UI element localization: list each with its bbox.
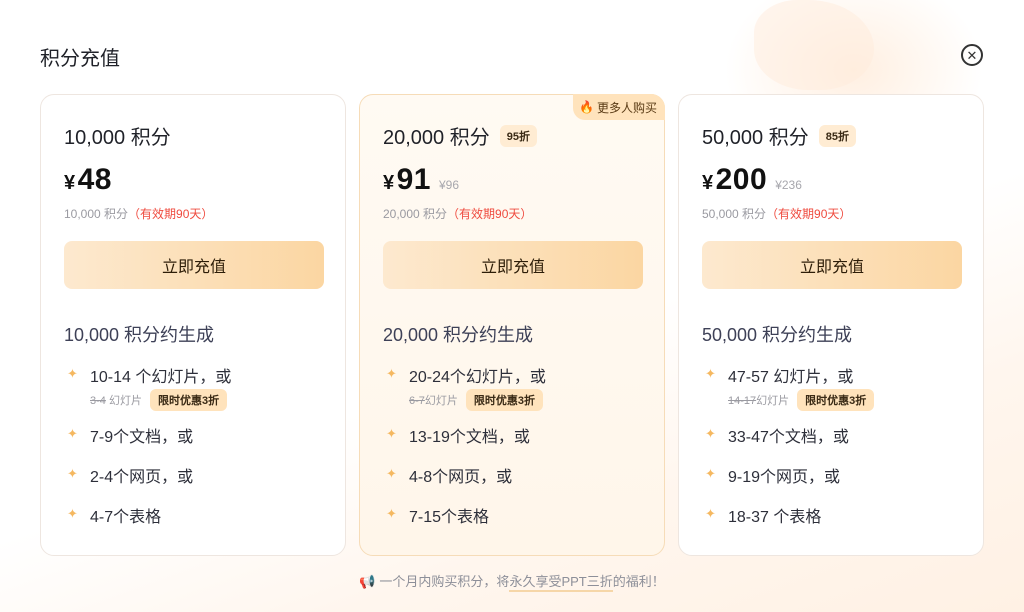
promo-badge: 限时优惠3折 — [797, 389, 875, 411]
benefit-item: ✦ 47-57 幻灯片，或 14-17幻灯片 限时优惠3折 — [705, 363, 875, 411]
plan-card-10000: 10,000 积分 ¥48 10,000 积分（有效期90天） 立即充值 10,… — [40, 94, 346, 556]
sparkle-icon: ✦ — [705, 466, 716, 481]
promo-badge: 限时优惠3折 — [465, 389, 544, 411]
original-price: ¥96 — [439, 178, 460, 192]
discount-badge: 95折 — [499, 124, 537, 147]
plan-name: 20,000 积分 — [383, 127, 490, 149]
sparkle-icon: ✦ — [67, 426, 78, 441]
benefit-item: ✦ 10-14 个幻灯片，或 3-4 幻灯片 限时优惠3折 — [67, 363, 231, 411]
benefit-item: ✦ 4-8个网页，或 — [386, 466, 513, 486]
sparkle-icon: ✦ — [67, 366, 78, 381]
footer-note: 📢 一个月内购买积分，将永久享受PPT三折的福利！ — [0, 571, 1024, 592]
original-price: ¥236 — [775, 178, 802, 192]
generate-title: 20,000 积分约生成 — [383, 325, 534, 345]
plan-validity: 20,000 积分（有效期90天） — [383, 207, 533, 221]
plan-name: 10,000 积分 — [64, 127, 171, 149]
old-quota: 6-7幻灯片 — [409, 395, 458, 407]
sparkle-icon: ✦ — [386, 366, 397, 381]
old-quota: 14-17幻灯片 — [728, 395, 790, 407]
benefit-item: ✦ 2-4个网页，或 — [67, 466, 194, 486]
plan-price: ¥91 — [383, 163, 431, 196]
promo-badge: 限时优惠3折 — [149, 389, 228, 411]
recharge-button[interactable]: 立即充值 — [383, 241, 643, 289]
benefit-item: ✦ 7-9个文档，或 — [67, 426, 194, 446]
benefit-item: ✦ 33-47个文档，或 — [705, 426, 849, 446]
old-quota: 3-4 幻灯片 — [90, 395, 142, 407]
plan-validity: 10,000 积分（有效期90天） — [64, 207, 214, 221]
plan-validity: 50,000 积分（有效期90天） — [702, 207, 852, 221]
sparkle-icon: ✦ — [705, 366, 716, 381]
sparkle-icon: ✦ — [386, 426, 397, 441]
plan-price: ¥200 — [702, 163, 768, 196]
plan-price: ¥48 — [64, 163, 112, 196]
generate-title: 50,000 积分约生成 — [702, 325, 853, 345]
sparkle-icon: ✦ — [386, 506, 397, 521]
benefit-item: ✦ 18-37 个表格 — [705, 506, 822, 526]
dialog-title: 积分充值 — [40, 48, 120, 70]
discount-badge: 85折 — [818, 124, 856, 147]
benefit-item: ✦ 4-7个表格 — [67, 506, 162, 526]
recharge-button[interactable]: 立即充值 — [702, 241, 962, 289]
sparkle-icon: ✦ — [705, 426, 716, 441]
generate-title: 10,000 积分约生成 — [64, 325, 215, 345]
megaphone-icon: 📢 — [359, 574, 376, 589]
close-icon[interactable]: ✕ — [961, 44, 983, 66]
recharge-button[interactable]: 立即充值 — [64, 241, 324, 289]
sparkle-icon: ✦ — [386, 466, 397, 481]
plan-card-20000: 🔥 更多人购买 20,000 积分 95折 ¥91 ¥96 20,000 积分（… — [359, 94, 665, 556]
sparkle-icon: ✦ — [67, 466, 78, 481]
popular-ribbon: 🔥 更多人购买 — [573, 94, 665, 120]
plan-name: 50,000 积分 — [702, 127, 809, 149]
sparkle-icon: ✦ — [67, 506, 78, 521]
benefit-item: ✦ 9-19个网页，或 — [705, 466, 841, 486]
sparkle-icon: ✦ — [705, 506, 716, 521]
benefit-item: ✦ 13-19个文档，或 — [386, 426, 530, 446]
plan-card-50000: 50,000 积分 85折 ¥200 ¥236 50,000 积分（有效期90天… — [678, 94, 984, 556]
benefit-item: ✦ 7-15个表格 — [386, 506, 490, 526]
benefit-item: ✦ 20-24个幻灯片，或 6-7幻灯片 限时优惠3折 — [386, 363, 546, 411]
flame-icon: 🔥 — [579, 100, 594, 114]
recharge-dialog: 积分充值 ✕ 10,000 积分 ¥48 10,000 积分（有效期90天） 立… — [0, 0, 1024, 612]
